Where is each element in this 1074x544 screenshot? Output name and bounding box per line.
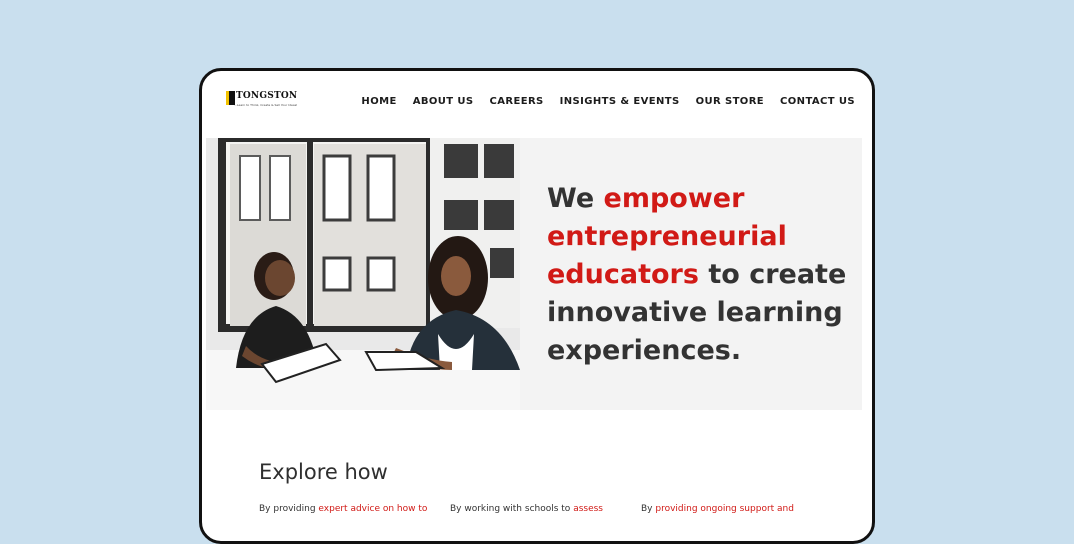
explore-column-2: By working with schools to assess <box>450 504 603 514</box>
logo-name: TONGSTON <box>236 91 298 101</box>
site-header: TONGSTON ...Learn to Think, Create & Sel… <box>202 71 872 135</box>
logo-tagline: ...Learn to Think, Create & Sell Your Id… <box>234 103 298 107</box>
nav-contact-us[interactable]: CONTACT US <box>780 96 855 107</box>
column-2-text: By working with schools to <box>450 504 574 514</box>
nav-about-us[interactable]: ABOUT US <box>413 96 474 107</box>
nav-careers[interactable]: CAREERS <box>490 96 544 107</box>
nav-our-store[interactable]: OUR STORE <box>696 96 764 107</box>
explore-column-1: By providing expert advice on how to <box>259 504 427 514</box>
nav-insights-events[interactable]: INSIGHTS & EVENTS <box>560 96 680 107</box>
nav-home[interactable]: HOME <box>361 96 396 107</box>
column-3-link[interactable]: providing ongoing support and <box>655 504 794 514</box>
explore-title: Explore how <box>259 460 388 484</box>
device-frame: TONGSTON ...Learn to Think, Create & Sel… <box>199 68 875 544</box>
hero-section: We empower entrepreneurial educators to … <box>206 138 862 410</box>
column-3-text: By <box>641 504 656 514</box>
site-logo[interactable]: TONGSTON ...Learn to Think, Create & Sel… <box>226 91 298 111</box>
hero-image <box>206 138 520 410</box>
column-1-link[interactable]: expert advice on how to <box>318 504 427 514</box>
main-nav: HOME ABOUT US CAREERS INSIGHTS & EVENTS … <box>361 96 855 107</box>
column-1-text: By providing <box>259 504 319 514</box>
explore-column-3: By providing ongoing support and <box>641 504 794 514</box>
hero-text-panel: We empower entrepreneurial educators to … <box>520 138 862 410</box>
hero-headline: We empower entrepreneurial educators to … <box>547 180 847 370</box>
column-2-link[interactable]: assess <box>573 504 603 514</box>
headline-part-1: We <box>547 183 604 214</box>
